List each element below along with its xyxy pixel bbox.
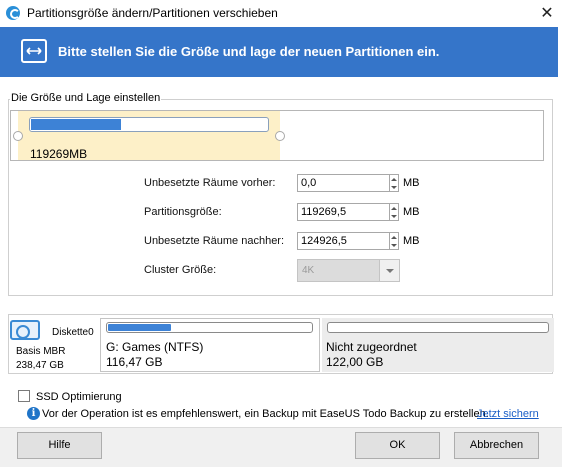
cancel-button[interactable]: Abbrechen xyxy=(454,432,539,459)
before-input[interactable] xyxy=(297,174,390,192)
size-input[interactable] xyxy=(297,203,390,221)
after-label: Unbesetzte Räume nachher: xyxy=(144,235,285,247)
disk-partition-size: 116,47 GB xyxy=(106,355,163,369)
right-resize-handle[interactable] xyxy=(275,131,285,141)
app-logo-icon xyxy=(6,6,20,20)
backup-now-link[interactable]: Jetzt sichern xyxy=(477,408,539,420)
info-icon: i xyxy=(27,407,40,420)
header-banner: Bitte stellen Sie die Größe und lage der… xyxy=(0,27,558,77)
after-unit: MB xyxy=(403,235,420,247)
after-input[interactable] xyxy=(297,232,390,250)
help-button[interactable]: Hilfe xyxy=(17,432,102,459)
unallocated-name: Nicht zugeordnet xyxy=(326,340,417,354)
before-stepper[interactable] xyxy=(390,174,399,192)
backup-hint-text: Vor der Operation ist es empfehlenswert,… xyxy=(42,408,489,420)
partition-usage-fill xyxy=(31,119,121,130)
disk-partition-usage-bar xyxy=(106,322,313,333)
size-unit: MB xyxy=(403,206,420,218)
title-bar: Partitionsgröße ändern/Partitionen versc… xyxy=(0,0,562,27)
cluster-size-select[interactable]: 4K xyxy=(297,259,400,282)
size-stepper[interactable] xyxy=(390,203,399,221)
size-label: Partitionsgröße: xyxy=(144,206,222,218)
unallocated-size: 122,00 GB xyxy=(326,355,384,369)
banner-text: Bitte stellen Sie die Größe und lage der… xyxy=(58,44,440,59)
disk-partition-name: G: Games (NTFS) xyxy=(106,340,204,354)
left-resize-handle[interactable] xyxy=(13,131,23,141)
after-stepper[interactable] xyxy=(390,232,399,250)
before-unit: MB xyxy=(403,177,420,189)
cluster-label: Cluster Größe: xyxy=(144,264,217,276)
group-legend: Die Größe und Lage einstellen xyxy=(10,92,162,104)
ssd-optimization-checkbox[interactable] xyxy=(18,390,30,402)
disk-icon xyxy=(10,320,40,340)
ok-button[interactable]: OK xyxy=(355,432,440,459)
partition-size-label: 119269MB xyxy=(30,147,88,161)
unallocated-usage-bar xyxy=(327,322,549,333)
cluster-size-value: 4K xyxy=(302,265,315,276)
disk-type: Basis MBR xyxy=(16,346,66,357)
resize-arrows-icon xyxy=(21,39,47,63)
partition-usage-bar xyxy=(29,117,269,132)
ssd-optimization-label[interactable]: SSD Optimierung xyxy=(36,391,122,403)
window-title: Partitionsgröße ändern/Partitionen versc… xyxy=(27,6,278,20)
disk-partition-usage-fill xyxy=(108,324,171,331)
disk-size: 238,47 GB xyxy=(16,360,64,371)
close-button[interactable]: ✕ xyxy=(532,0,562,27)
before-label: Unbesetzte Räume vorher: xyxy=(144,177,276,189)
chevron-down-icon[interactable] xyxy=(379,260,399,281)
disk-name: Diskette0 xyxy=(52,327,94,338)
